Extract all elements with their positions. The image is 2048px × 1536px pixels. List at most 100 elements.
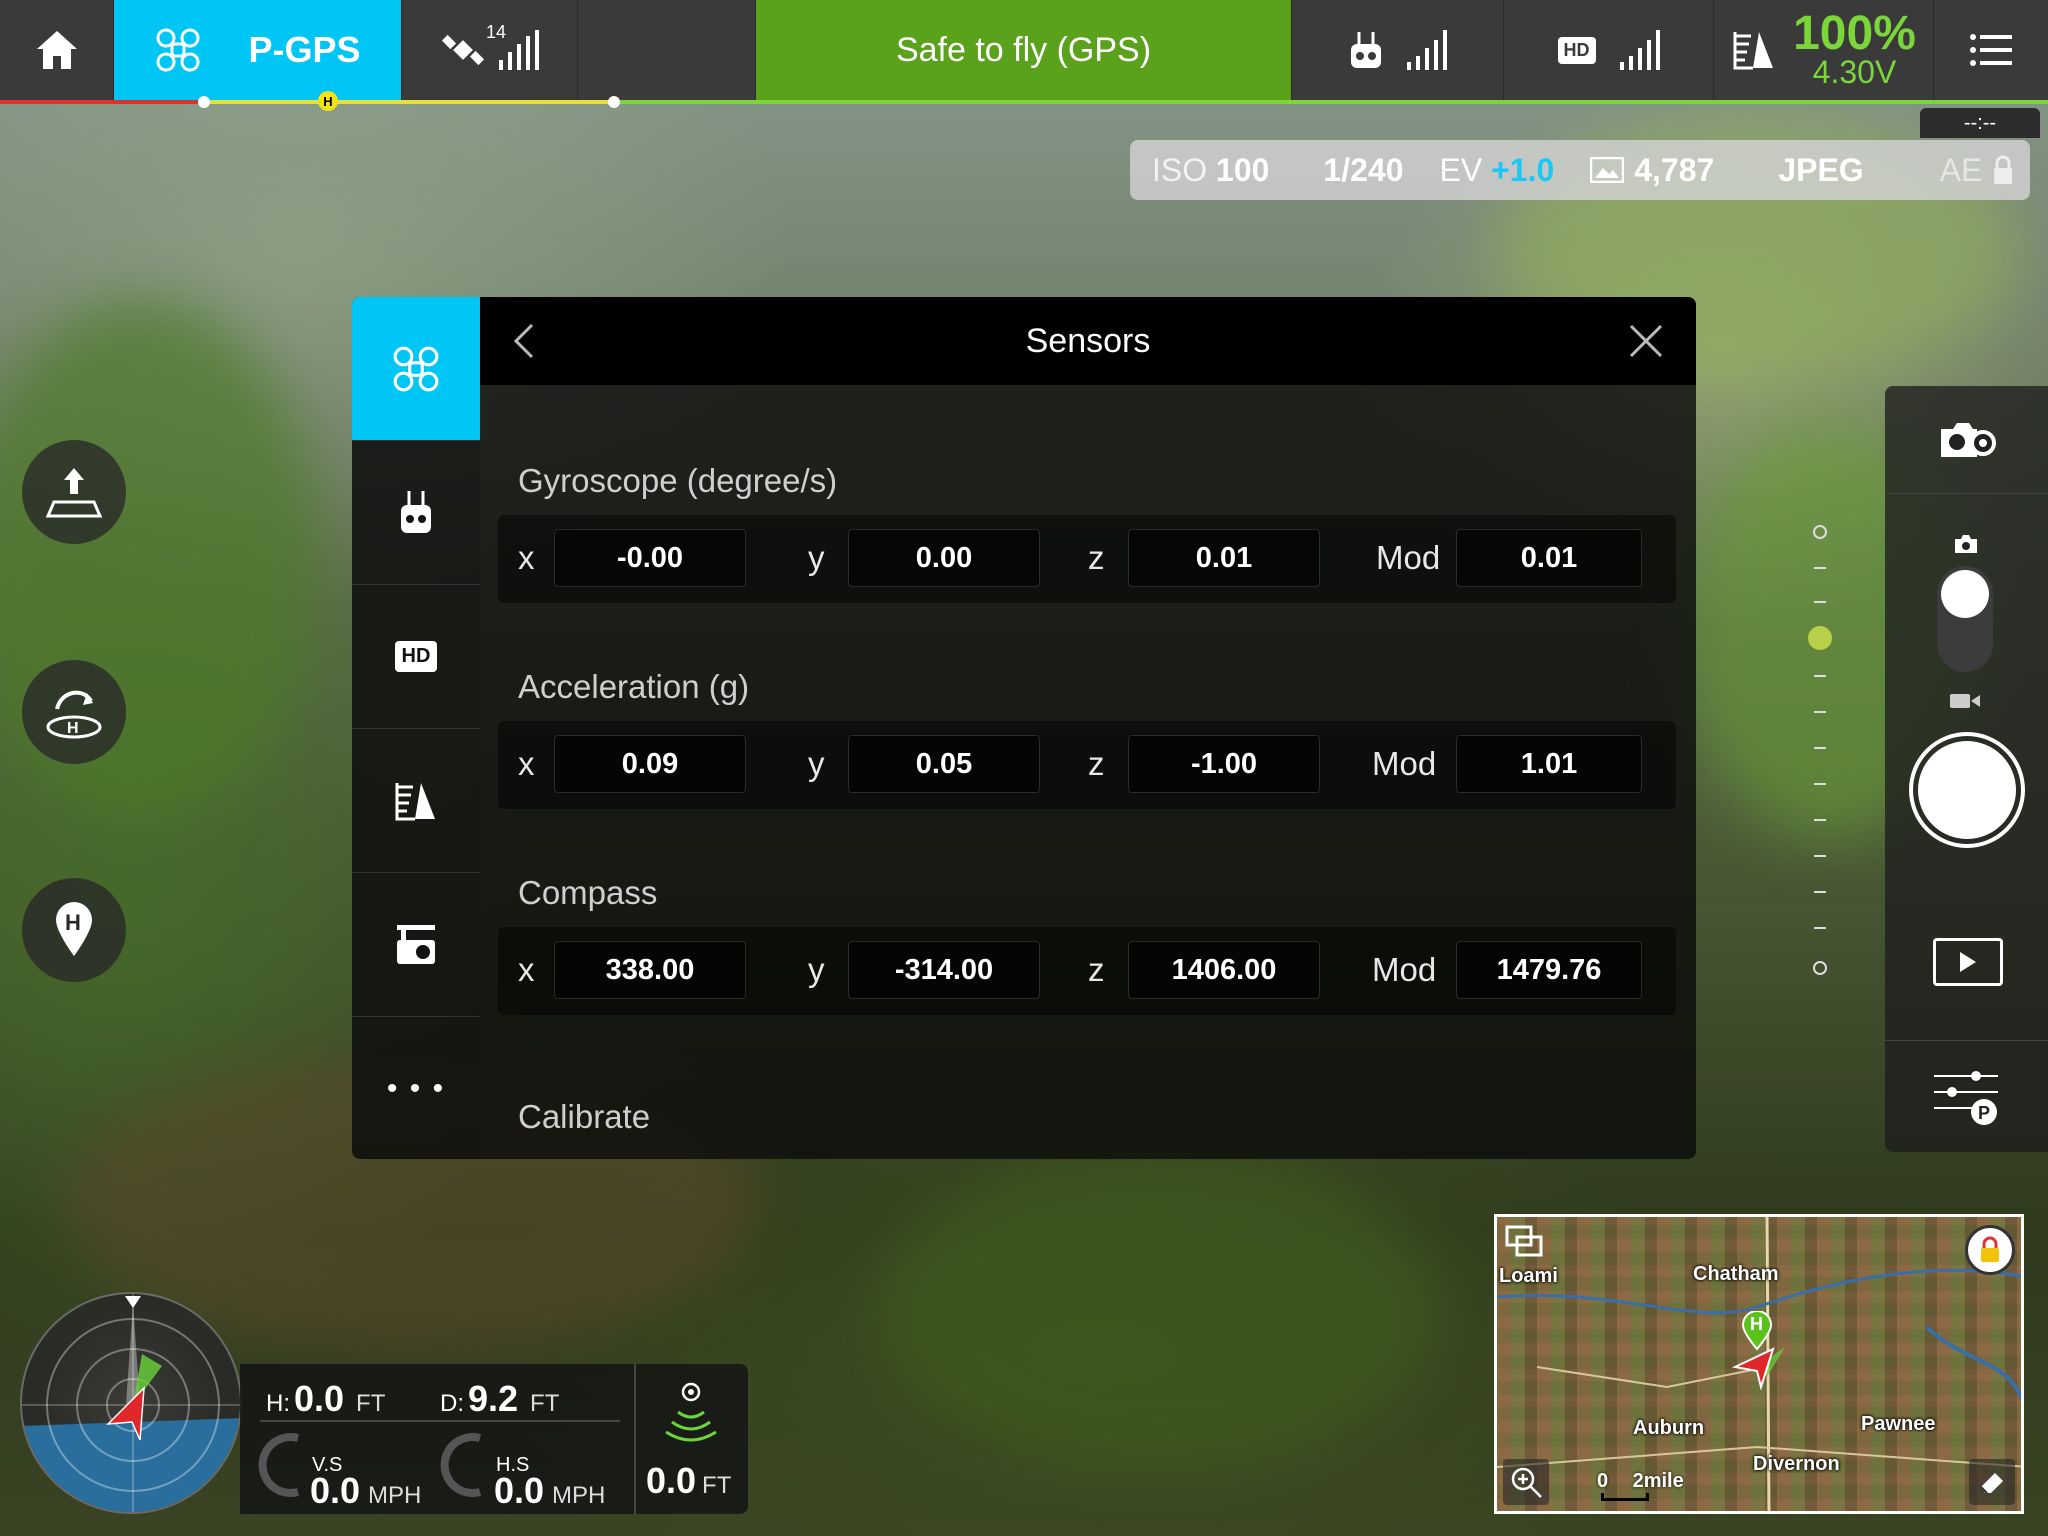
close-button[interactable]	[1628, 323, 1664, 368]
hd-signal-bars	[1619, 30, 1660, 70]
axis-y-label: y	[808, 745, 825, 782]
sidebar-item-more[interactable]: • • •	[352, 1017, 480, 1159]
home-letter: H	[1750, 1314, 1763, 1334]
capacity-value: 4,787	[1634, 151, 1715, 188]
exposure-settings-button[interactable]: P	[1885, 1040, 2048, 1152]
gyroscope-row: x -0.00 y 0.00 z 0.01 Mod 0.01	[498, 515, 1676, 603]
compass-z-value: 1406.00	[1128, 941, 1320, 999]
topbar-spacer	[578, 0, 756, 100]
gyroscope-title: Gyroscope (degree/s)	[518, 462, 838, 499]
home-point-icon: H	[56, 902, 92, 956]
vps-height-value: 0.0	[646, 1460, 697, 1501]
sidebar-item-battery[interactable]	[352, 729, 480, 873]
home-button[interactable]	[0, 0, 114, 100]
distance-unit: FT	[530, 1390, 560, 1417]
main-menu-button[interactable]	[1934, 0, 2048, 100]
scale-bar	[1601, 1493, 1649, 1501]
axis-z-label: z	[1088, 539, 1105, 576]
return-home-button[interactable]: H	[22, 660, 126, 764]
playback-button[interactable]	[1933, 938, 2003, 986]
iso-value: 100	[1216, 151, 1270, 188]
svg-text:H: H	[67, 720, 79, 737]
back-button[interactable]	[512, 323, 536, 368]
gyroscope-mod-value: 0.01	[1456, 529, 1642, 587]
sidebar-item-hd-transmission[interactable]: HD	[352, 585, 480, 729]
scale-zero: 0	[1597, 1470, 1609, 1492]
compass-row: x 338.00 y -314.00 z 1406.00 Mod 1479.76	[498, 927, 1676, 1015]
sidebar-item-remote-controller[interactable]	[352, 441, 480, 585]
map-scale: 0 2mile	[1597, 1470, 1684, 1501]
zoom-in-icon	[1511, 1467, 1542, 1498]
acceleration-row: x 0.09 y 0.05 z -1.00 Mod 1.01	[498, 721, 1676, 809]
vertical-speed-gauge-icon	[258, 1433, 300, 1497]
map-layer-button[interactable]	[1505, 1225, 1545, 1266]
exposure-settings-icon: P	[1933, 1070, 1998, 1125]
eraser-icon	[1980, 1473, 2003, 1494]
sidebar-item-gimbal[interactable]	[352, 873, 480, 1017]
compass-y-value: -314.00	[848, 941, 1040, 999]
horizontal-speed-gauge-icon	[440, 1433, 482, 1497]
battery-icon	[395, 782, 435, 820]
camera-settings-button[interactable]	[1885, 386, 2048, 494]
panel-title: Sensors	[1025, 321, 1151, 360]
sensors-panel-header: Sensors	[480, 297, 1696, 385]
flight-mode-button[interactable]: P-GPS	[114, 0, 402, 100]
horizontal-speed-unit: MPH	[552, 1482, 606, 1509]
camera-settings-bar[interactable]: ISO 100 1/240 EV +1.0 4,787 JPEG AE	[1130, 140, 2030, 200]
satellite-count: 14	[486, 22, 507, 42]
telemetry-divider	[260, 1420, 620, 1422]
aircraft-position-icon	[1731, 1347, 1785, 1391]
shutter-value: 1/240	[1323, 151, 1404, 188]
layers-icon	[1505, 1225, 1543, 1257]
sensors-panel: Sensors Gyroscope (degree/s) x -0.00 y 0…	[480, 297, 1696, 1159]
ae-label: AE	[1939, 151, 1983, 188]
ev-label: EV	[1439, 151, 1483, 188]
mod-label: Mod	[1372, 745, 1437, 782]
axis-x-label: x	[518, 745, 535, 782]
camera-settings-icon	[1940, 422, 1996, 457]
shutter-button[interactable]	[1909, 732, 2025, 848]
rc-signal-button[interactable]	[1292, 0, 1504, 100]
home-icon	[36, 31, 77, 69]
gps-signal-button[interactable]	[402, 0, 578, 100]
map-label-auburn: Auburn	[1633, 1417, 1705, 1439]
distance-label: D:	[440, 1390, 464, 1417]
map-clear-button[interactable]	[1969, 1459, 2015, 1505]
sidebar-item-aircraft[interactable]	[352, 297, 480, 441]
flight-status[interactable]: Safe to fly (GPS)	[756, 0, 1292, 100]
map-zoom-button[interactable]	[1503, 1459, 1549, 1505]
lock-icon	[1981, 1236, 1999, 1262]
height-unit: FT	[356, 1390, 386, 1417]
return-home-icon: H	[46, 690, 102, 739]
hd-signal-button[interactable]: HD	[1504, 0, 1714, 100]
battery-threshold-marker	[608, 96, 620, 108]
axis-y-label: y	[808, 539, 825, 576]
acceleration-z-value: -1.00	[1128, 735, 1320, 793]
image-capacity-icon	[1590, 157, 1625, 183]
calibrate-button[interactable]: Calibrate	[518, 1098, 650, 1136]
gyroscope-y-value: 0.00	[848, 529, 1040, 587]
axis-y-label: y	[808, 951, 825, 988]
axis-x-label: x	[518, 539, 535, 576]
shutter-inner	[1918, 741, 2016, 839]
takeoff-icon	[45, 468, 103, 518]
acceleration-mod-value: 1.01	[1456, 735, 1642, 793]
gyroscope-x-value: -0.00	[554, 529, 746, 587]
acceleration-title: Acceleration (g)	[518, 668, 750, 705]
vertical-speed-value: 0.0	[310, 1470, 361, 1511]
horizontal-speed-value: 0.0	[494, 1470, 545, 1511]
battery-button[interactable]: 100% 4.30V	[1714, 0, 1934, 100]
hd-icon: HD	[1557, 36, 1596, 64]
mini-map[interactable]: Loami Chatham Auburn Pawnee Divernon H 0…	[1494, 1214, 2024, 1514]
zoom-scale[interactable]	[1808, 520, 1838, 980]
aircraft-icon	[156, 28, 200, 72]
photo-video-toggle[interactable]	[1937, 566, 1993, 672]
flight-timer: --:--	[1920, 108, 2040, 138]
distance-value: 9.2	[468, 1378, 519, 1419]
takeoff-button[interactable]	[22, 440, 126, 544]
home-point-button[interactable]: H	[22, 878, 126, 982]
telemetry-panel: H: 0.0 FT D: 9.2 FT V.S 0.0 MPH H.S 0.0 …	[240, 1364, 748, 1514]
map-lock-button[interactable]	[1965, 1225, 2015, 1275]
image-format: JPEG	[1778, 151, 1864, 188]
vision-positioning-icon	[665, 1382, 717, 1442]
